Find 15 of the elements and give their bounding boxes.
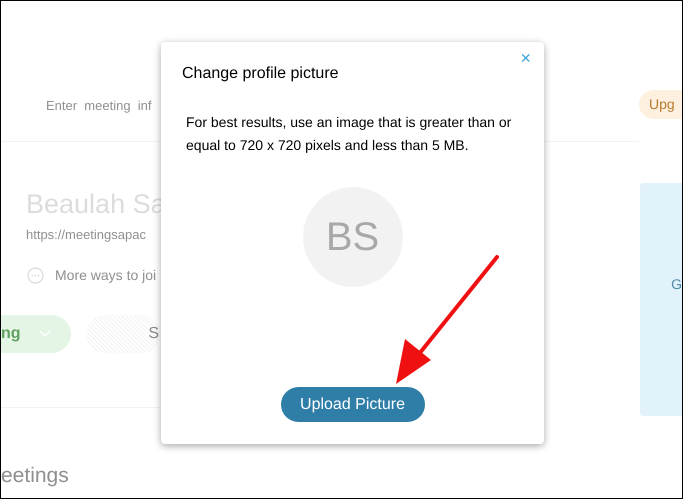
upload-picture-button[interactable]: Upload Picture [280,387,424,422]
more-icon [27,266,44,284]
start-meeting-button[interactable]: ng [1,314,71,352]
avatar-initials: BS [326,214,380,261]
close-button[interactable]: × [520,48,531,68]
dialog-title: Change profile picture [182,64,339,84]
caret-icon [38,330,51,337]
section-heading: eetings [1,462,69,488]
more-ways-link[interactable]: More ways to joi [55,264,156,286]
upgrade-button[interactable]: Upg [639,90,682,119]
card-text: G [671,275,682,294]
dialog-message: For best results, use an image that is greater than or equal to 720 x 720 pixels and less than 5 MB. [186,113,512,155]
meeting-link[interactable]: https://meetingsapac [26,225,146,244]
search-field[interactable]: Enter meeting inf [46,96,152,115]
schedule-button[interactable]: S [86,314,161,352]
